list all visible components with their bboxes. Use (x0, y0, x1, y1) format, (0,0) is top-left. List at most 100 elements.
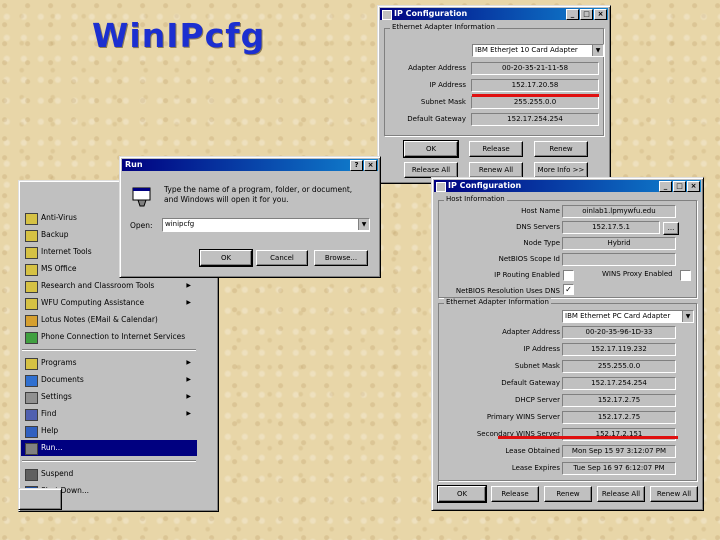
start-menu-item[interactable]: Research and Classroom Tools ▶ (21, 278, 197, 294)
group-label: Ethernet Adapter Information (444, 298, 551, 306)
programs-icon (25, 358, 38, 370)
field-value: 152.17.254.254 (562, 377, 676, 390)
chevron-down-icon[interactable]: ▼ (358, 219, 369, 230)
minimize-button[interactable]: _ (659, 181, 672, 192)
minimize-button[interactable]: _ (566, 9, 579, 20)
ipconfig-window-detailed: IP Configuration _ □ × Host Information … (431, 177, 704, 511)
run-browse-button[interactable]: Browse... (314, 250, 368, 266)
run-titlebar[interactable]: Run ? × (122, 159, 378, 171)
field-label: IP Routing Enabled (494, 271, 560, 279)
field-label: IP Address (429, 81, 466, 89)
maximize-button[interactable]: □ (673, 181, 686, 192)
menu-item-label: Programs (41, 358, 77, 367)
field-label: Default Gateway (501, 379, 560, 387)
menu-item-label: Phone Connection to Internet Services (41, 332, 186, 341)
taskbar-start-strip (18, 488, 62, 510)
renew-all-button[interactable]: Renew All (650, 486, 698, 502)
release-button[interactable]: Release (491, 486, 539, 502)
folder-icon (25, 298, 38, 310)
start-menu-item[interactable]: WFU Computing Assistance ▶ (21, 295, 197, 311)
adapter-select[interactable]: IBM EtherJet 10 Card Adapter ▼ (472, 44, 604, 57)
help-button[interactable]: ? (350, 160, 363, 171)
menu-item-label: MS Office (41, 264, 77, 273)
field-label: DHCP Server (515, 396, 560, 404)
field-value (562, 253, 676, 266)
ok-button[interactable]: OK (403, 140, 459, 158)
chevron-down-icon[interactable]: ▼ (592, 45, 603, 56)
menu-item-label: Lotus Notes (EMail & Calendar) (41, 315, 158, 324)
menu-item-label: Documents (41, 375, 84, 384)
field-value: Mon Sep 15 97 3:12:07 PM (562, 445, 676, 458)
group-label: Ethernet Adapter Information (390, 23, 497, 31)
start-menu-item[interactable]: Help (21, 423, 197, 439)
highlight-underline (472, 94, 599, 97)
field-value: 152.17.2.151 (562, 428, 676, 441)
release-button[interactable]: Release (469, 141, 523, 157)
renew-all-button[interactable]: Renew All (469, 162, 523, 178)
chevron-right-icon: ▶ (186, 393, 191, 400)
more-info-button[interactable]: More Info >> (534, 162, 588, 178)
start-menu-item[interactable]: Programs ▶ (21, 355, 197, 371)
group-label: Host Information (444, 195, 507, 203)
start-menu-item[interactable]: Suspend (21, 466, 197, 482)
start-menu-item[interactable]: Phone Connection to Internet Services (21, 329, 197, 345)
release-all-button[interactable]: Release All (597, 486, 645, 502)
run-cancel-button[interactable]: Cancel (256, 250, 308, 266)
close-button[interactable]: × (687, 181, 700, 192)
wins-proxy-label: WINS Proxy Enabled (602, 270, 673, 278)
field-label: DNS Servers (516, 223, 560, 231)
dns-more-button[interactable]: ... (663, 222, 679, 235)
field-value: Tue Sep 16 97 6:12:07 PM (562, 462, 676, 475)
start-menu-item[interactable]: Settings ▶ (21, 389, 197, 405)
wins-proxy-checkbox[interactable] (680, 270, 691, 281)
start-menu-item[interactable]: Lotus Notes (EMail & Calendar) (21, 312, 197, 328)
slide-title: WinIPcfg (92, 16, 266, 55)
netbios-dns-checkbox[interactable]: ✓ (563, 284, 574, 295)
find-icon (25, 409, 38, 421)
close-button[interactable]: × (594, 9, 607, 20)
field-label: Lease Obtained (505, 447, 560, 455)
run-dialog: Run ? × Type the name of a program, fold… (119, 156, 381, 278)
menu-item-label: Run... (41, 443, 63, 452)
maximize-button[interactable]: □ (580, 9, 593, 20)
folder-icon (25, 213, 38, 225)
run-ok-button[interactable]: OK (199, 249, 253, 267)
menu-item-label: Backup (41, 230, 69, 239)
field-label: NetBIOS Resolution Uses DNS (455, 287, 560, 295)
menu-item-label: Help (41, 426, 59, 435)
field-value: 00-20-35-96-1D-33 (562, 326, 676, 339)
folder-icon (25, 281, 38, 293)
ipconfig-titlebar[interactable]: IP Configuration _ □ × (380, 8, 608, 20)
adapter-select-value: IBM Ethernet PC Card Adapter (565, 312, 671, 320)
window-title: IP Configuration (394, 9, 468, 18)
menu-item-label: Internet Tools (41, 247, 92, 256)
field-value: 00-20-35-21-11-58 (471, 62, 599, 75)
menu-item-label: Settings (41, 392, 72, 401)
field-value: 255.255.0.0 (562, 360, 676, 373)
open-input[interactable]: winipcfg ▼ (162, 218, 370, 232)
adapter-select[interactable]: IBM Ethernet PC Card Adapter ▼ (562, 310, 694, 323)
renew-button[interactable]: Renew (534, 141, 588, 157)
adapter-select-value: IBM EtherJet 10 Card Adapter (475, 46, 578, 54)
ok-button[interactable]: OK (437, 485, 487, 503)
close-button[interactable]: × (364, 160, 377, 171)
start-menu-item[interactable]: Find ▶ (21, 406, 197, 422)
renew-button[interactable]: Renew (544, 486, 592, 502)
ip-routing-checkbox[interactable] (563, 270, 574, 281)
documents-icon (25, 375, 38, 387)
phone-icon (25, 332, 38, 344)
suspend-icon (25, 469, 38, 481)
start-menu-item[interactable]: Run... (21, 440, 197, 456)
start-menu-item[interactable]: Documents ▶ (21, 372, 197, 388)
ipconfig-titlebar[interactable]: IP Configuration _ □ × (434, 180, 701, 192)
field-value: 152.17.254.254 (471, 113, 599, 126)
menu-item-label: Anti-Virus (41, 213, 77, 222)
folder-icon (25, 264, 38, 276)
field-label: Adapter Address (408, 64, 466, 72)
field-value: 152.17.119.232 (562, 343, 676, 356)
chevron-down-icon[interactable]: ▼ (682, 311, 693, 322)
folder-icon (25, 247, 38, 259)
field-value: 152.17.2.75 (562, 394, 676, 407)
chevron-right-icon: ▶ (186, 299, 191, 306)
release-all-button[interactable]: Release All (404, 162, 458, 178)
